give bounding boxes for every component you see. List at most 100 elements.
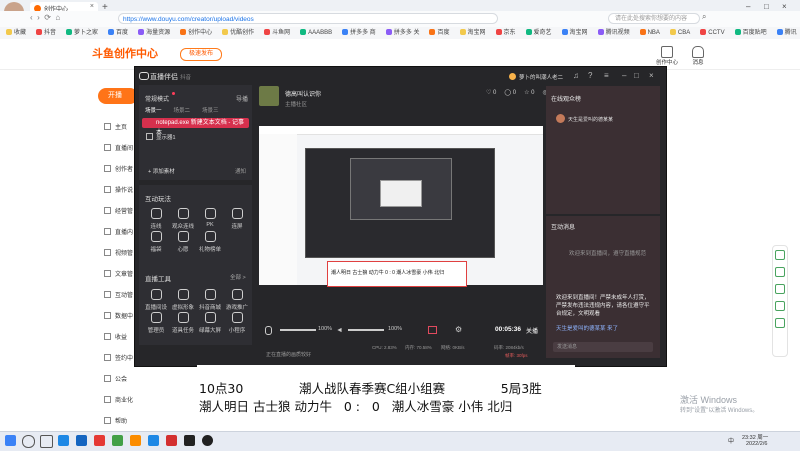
source-eye-icon[interactable] — [146, 133, 153, 140]
tool-item[interactable]: 心愿 — [168, 231, 198, 253]
sys-slider[interactable] — [348, 329, 384, 331]
obs-help-icon[interactable]: ? — [588, 71, 592, 80]
refresh-icon[interactable]: ⟳ — [44, 13, 51, 22]
record-icon[interactable] — [428, 326, 437, 334]
tool-item[interactable]: 直播间设 — [141, 289, 171, 311]
tab-close-icon[interactable]: × — [90, 3, 94, 10]
bookmark-item[interactable]: 拼多多 关 — [385, 27, 419, 39]
nav-item[interactable]: 操作说 — [104, 185, 133, 194]
tool-item[interactable]: 道具任务 — [168, 312, 198, 334]
bookmark-item[interactable]: 百度 — [429, 27, 450, 39]
messages-link[interactable]: 消息 — [692, 46, 704, 66]
tool-item[interactable]: 绿幕大屏 — [195, 312, 225, 334]
app-icon-7[interactable] — [166, 435, 177, 446]
bookmark-item[interactable]: 百度贴吧 — [734, 27, 767, 39]
nav-item[interactable]: 签约中 — [104, 353, 133, 362]
bookmark-item[interactable]: 海量资源 — [138, 27, 170, 39]
tool-item[interactable]: 管理员 — [141, 312, 171, 334]
maximize-icon[interactable]: □ — [764, 2, 769, 11]
obs-minimize-icon[interactable]: – — [622, 71, 626, 80]
app-icon-4[interactable] — [112, 435, 123, 446]
tool-item[interactable]: 虚拟形象 — [168, 289, 198, 311]
nav-item[interactable]: 视频管 — [104, 248, 133, 257]
bookmark-item[interactable]: NBA — [639, 27, 660, 39]
bookmark-item[interactable]: 百度 — [108, 27, 128, 39]
tray-date[interactable]: 2022/2/6 — [746, 441, 767, 447]
director-button[interactable]: 导播 — [236, 94, 248, 103]
source-active[interactable]: notepad.exe 新建文本文档 - 记事本 — [142, 118, 249, 136]
bookmark-item[interactable]: 抖音 — [36, 27, 56, 39]
tool-item[interactable]: PK — [195, 208, 225, 228]
bookmark-item[interactable]: 腾讯视频 — [597, 27, 630, 39]
app-icon-1[interactable] — [58, 435, 69, 446]
bookmark-item[interactable]: AAABBB — [300, 27, 332, 39]
back-icon[interactable]: ‹ — [30, 13, 33, 22]
nav-item[interactable]: 创作者 — [104, 164, 133, 173]
minimize-icon[interactable]: – — [746, 2, 750, 11]
user-avatar[interactable] — [509, 73, 516, 80]
source-item[interactable]: 显示器1 — [142, 132, 249, 142]
tool-item[interactable]: 小程序 — [222, 312, 252, 334]
tool-item[interactable]: 连线 — [141, 208, 171, 230]
taskview-icon[interactable] — [40, 435, 53, 448]
nav-item[interactable]: 直播间 — [104, 143, 133, 152]
obs-menu-icon[interactable]: ≡ — [604, 71, 609, 80]
bookmark-item[interactable]: 淘宝网 — [561, 27, 588, 39]
room-title[interactable]: 德高叫认识你 — [285, 89, 321, 98]
tool-item[interactable]: 礼物榜单 — [195, 231, 225, 253]
bookmark-item[interactable]: 创作中心 — [180, 27, 212, 39]
app-icon-3[interactable] — [94, 435, 105, 446]
search-icon[interactable]: ⌕ — [702, 12, 706, 22]
mic-icon[interactable] — [265, 326, 272, 335]
speaker-icon[interactable]: ◄ — [336, 327, 343, 334]
nav-item[interactable]: 主页 — [104, 122, 127, 131]
scene-tab[interactable]: 场景一 — [145, 106, 162, 114]
bookmark-item[interactable]: 京东 — [495, 27, 516, 39]
start-live-button[interactable]: 开播 — [98, 88, 138, 104]
start-icon[interactable] — [5, 435, 16, 446]
nav-item[interactable]: 经营管 — [104, 206, 133, 215]
nav-item[interactable]: 公会 — [104, 374, 127, 383]
float-icon-4[interactable] — [775, 301, 785, 311]
float-icon-5[interactable] — [775, 318, 785, 328]
site-logo[interactable]: 斗鱼创作中心 — [92, 45, 170, 63]
float-icon-2[interactable] — [775, 267, 785, 277]
bookmark-item[interactable]: CCTV — [700, 27, 725, 39]
obs-maximize-icon[interactable]: □ — [634, 71, 639, 80]
bookmark-item[interactable]: CBA — [669, 27, 690, 39]
app-icon-9[interactable] — [202, 435, 213, 446]
nav-item[interactable]: 数据中 — [104, 311, 133, 320]
tool-item[interactable]: 福袋 — [141, 231, 171, 253]
nav-item[interactable]: 商业化 — [104, 395, 133, 404]
url-input[interactable]: https://www.douyu.com/creator/upload/vid… — [118, 13, 498, 24]
bookmark-item[interactable]: 腾讯 — [776, 27, 797, 39]
creator-center-link[interactable]: 创作中心 — [656, 46, 678, 66]
bookmark-item[interactable]: 拼多多 商 — [342, 27, 376, 39]
search-taskbar-icon[interactable] — [22, 435, 35, 448]
tray-time[interactable]: 23:32 周一 — [742, 433, 768, 441]
scene-tab[interactable]: 场景二 — [174, 106, 191, 114]
chat-input[interactable]: 发送消息 — [553, 342, 653, 352]
obs-headset-icon[interactable]: ♫ — [573, 71, 579, 80]
app-icon-6[interactable] — [148, 435, 159, 446]
nav-item[interactable]: 收益 — [104, 332, 127, 341]
tool-item[interactable]: 观众连线 — [168, 208, 198, 230]
close-icon[interactable]: × — [782, 2, 787, 11]
tool-item[interactable]: 游戏推广 — [222, 289, 252, 311]
settings-icon[interactable]: ⚙ — [455, 325, 462, 334]
float-icon-3[interactable] — [775, 284, 785, 294]
quick-publish-button[interactable]: 极速发布 — [180, 48, 222, 61]
forward-icon[interactable]: › — [37, 13, 40, 22]
app-icon-5[interactable] — [130, 435, 141, 446]
add-material-button[interactable]: + 添加素材 — [148, 167, 175, 175]
search-input[interactable]: 请在此处搜索你想要的内容 — [608, 13, 700, 24]
tools-more-link[interactable]: 全部 > — [230, 273, 246, 281]
tray-lang[interactable]: 中 — [728, 436, 734, 445]
room-thumbnail[interactable] — [259, 86, 279, 106]
tool-item[interactable]: 抖音商城 — [195, 289, 225, 311]
bookmark-item[interactable]: 淘宝网 — [459, 27, 486, 39]
bookmark-item[interactable]: 收藏 — [6, 27, 26, 39]
mic-slider[interactable] — [280, 329, 316, 331]
nav-item[interactable]: 帮助 — [104, 416, 127, 425]
nav-item[interactable]: 直播内 — [104, 227, 133, 236]
